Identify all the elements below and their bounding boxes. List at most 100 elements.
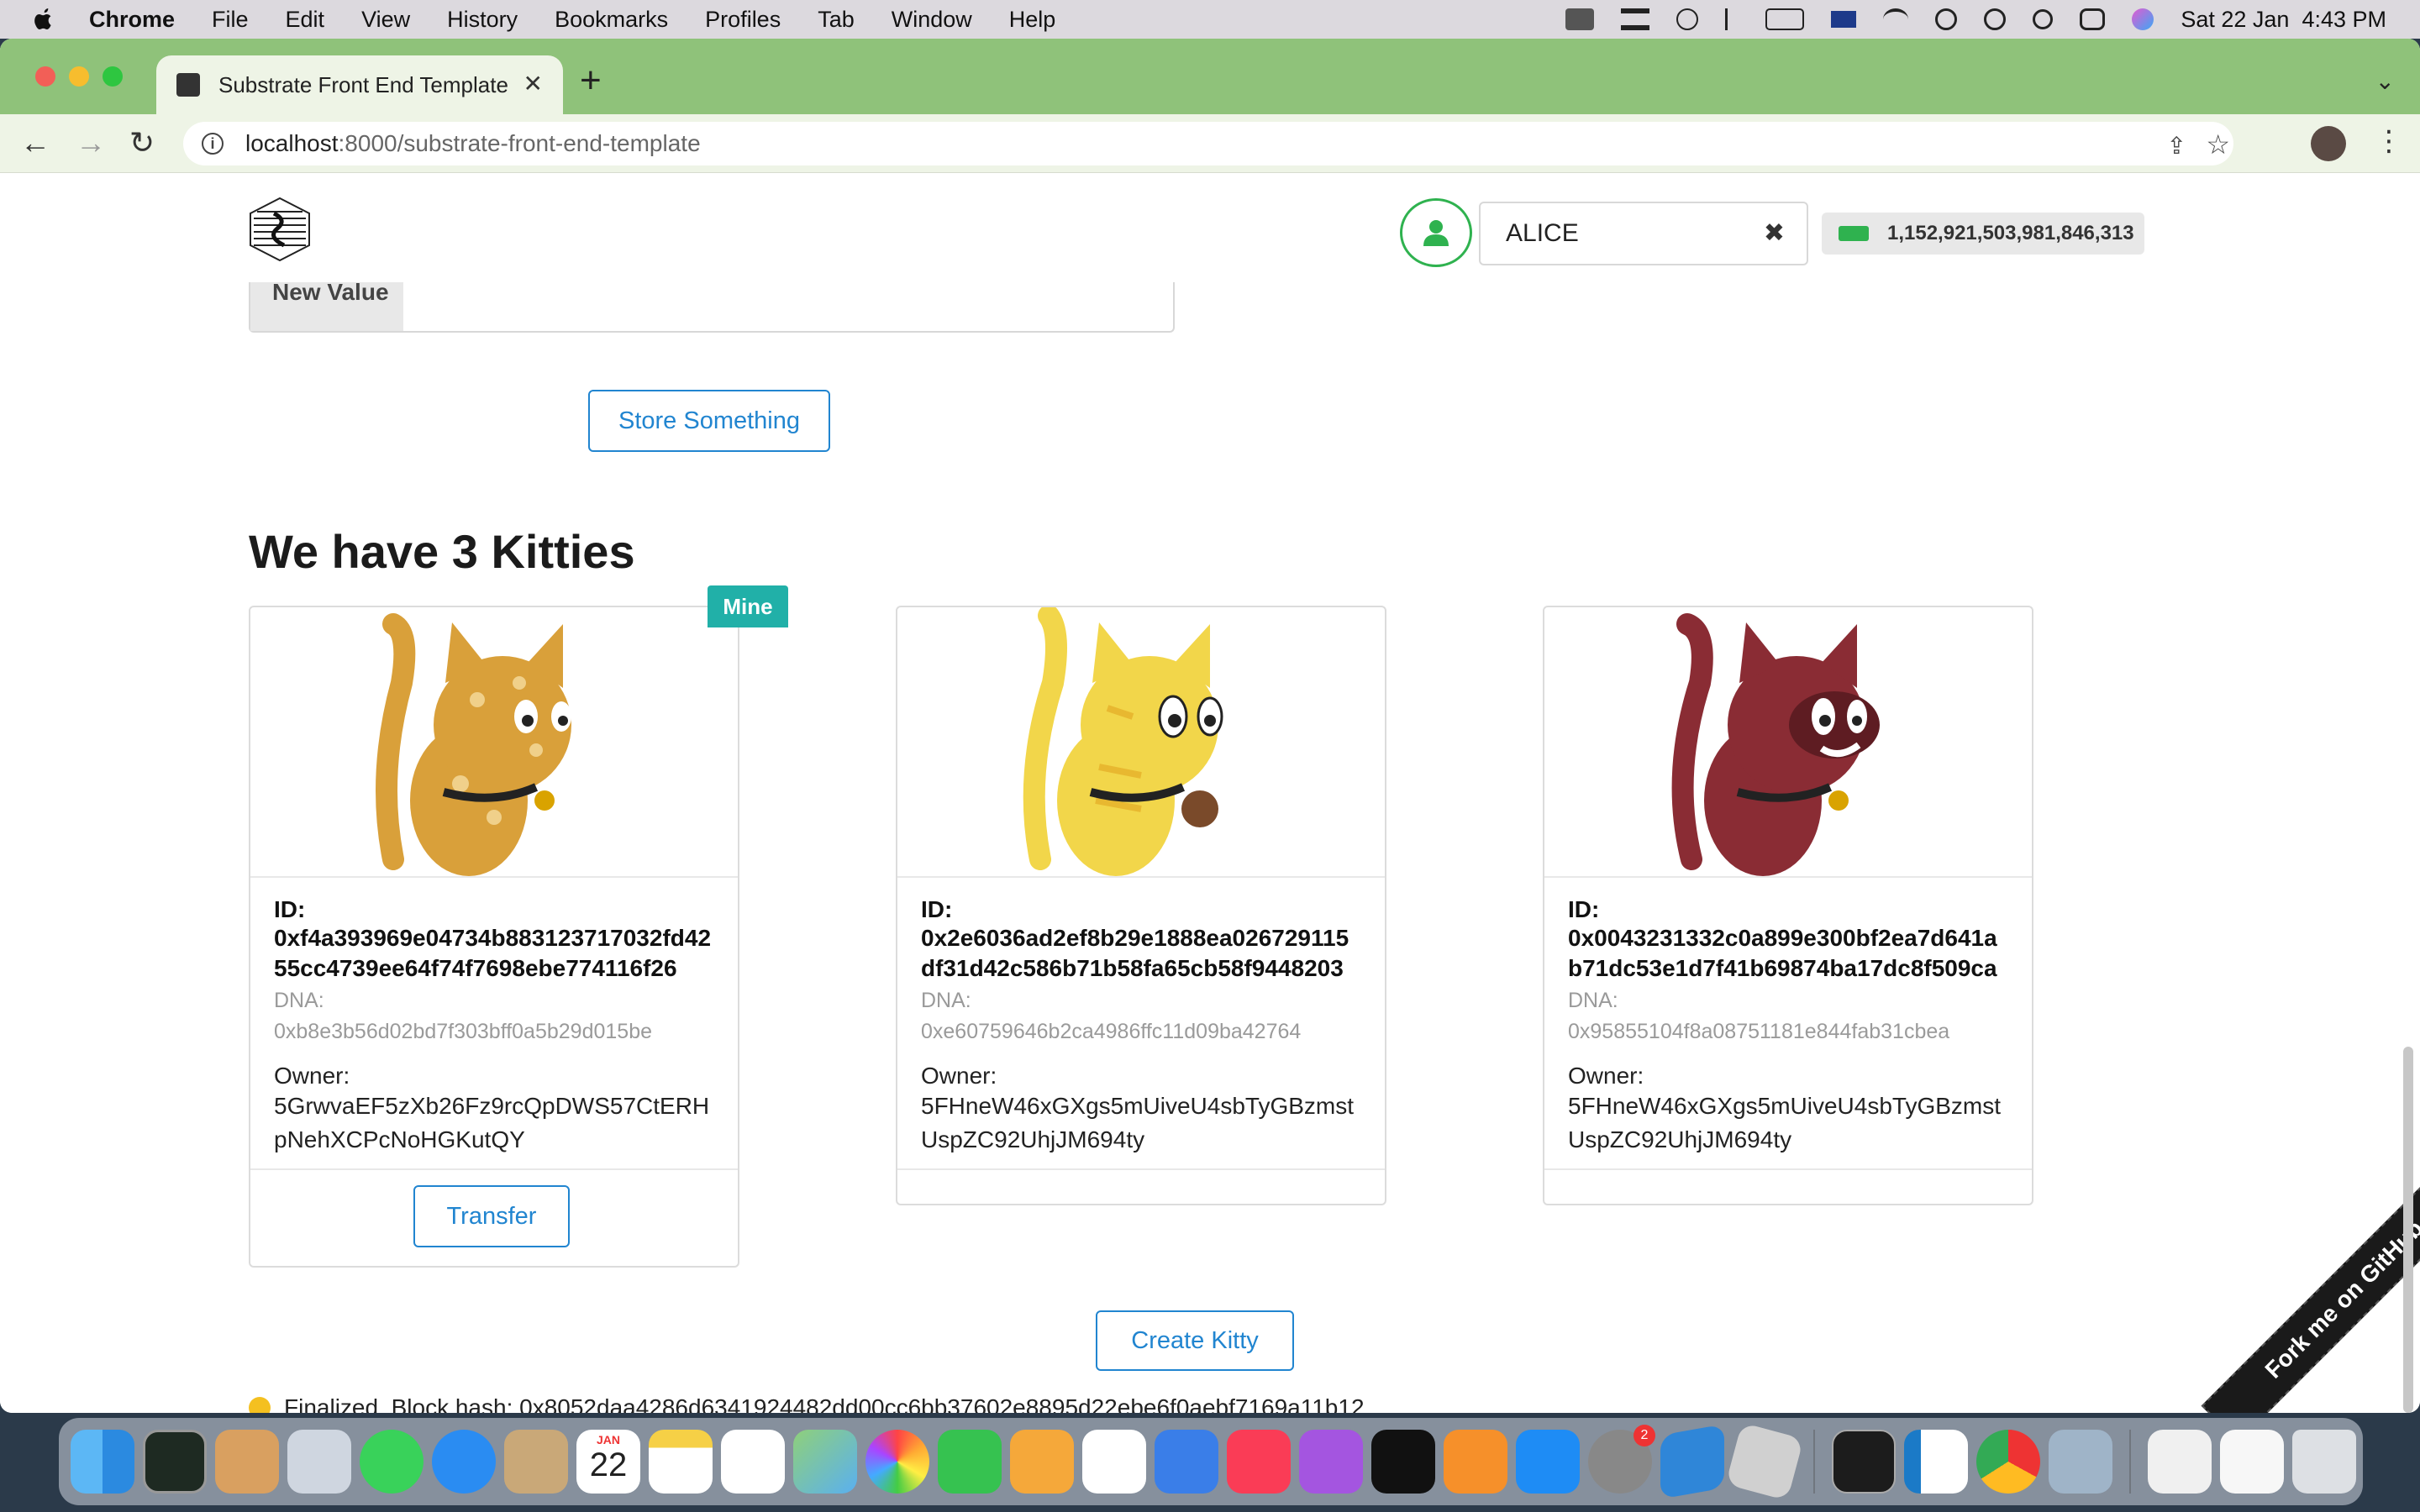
kitty-dna-label: DNA: (921, 989, 971, 1012)
site-info-icon[interactable]: i (202, 133, 224, 155)
menu-tab[interactable]: Tab (818, 7, 855, 33)
chrome-menu-icon[interactable]: ⋮ (2375, 124, 2403, 158)
tab-search-chevron-icon[interactable]: ⌄ (2375, 67, 2395, 95)
notes-icon[interactable] (649, 1430, 713, 1494)
menu-bookmarks[interactable]: Bookmarks (555, 7, 668, 33)
activity-monitor-icon[interactable] (143, 1430, 207, 1494)
preview-icon[interactable] (2049, 1430, 2112, 1494)
account-selector[interactable]: ALICE ✖ (1479, 202, 1808, 265)
new-tab-button[interactable]: + (580, 62, 602, 99)
menubar-datetime[interactable]: Sat 22 Jan 4:43 PM (2181, 7, 2386, 33)
documents-stack-icon[interactable] (2220, 1430, 2284, 1494)
kitty-owner-label: Owner: (274, 1063, 350, 1089)
time-machine-icon[interactable] (1984, 8, 2007, 30)
account-avatar-icon (1400, 198, 1472, 267)
address-bar[interactable]: i localhost:8000/substrate-front-end-tem… (183, 122, 2233, 165)
menu-edit[interactable]: Edit (286, 7, 325, 33)
macos-dock: JAN 22 2 (59, 1418, 2363, 1505)
podcasts-icon[interactable] (1299, 1430, 1363, 1494)
facetime-icon[interactable] (938, 1430, 1002, 1494)
menu-window[interactable]: Window (892, 7, 972, 33)
tab-favicon (176, 73, 200, 97)
menu-app-name[interactable]: Chrome (89, 7, 175, 33)
status-text: Finalized. Block hash: 0x8052daa4286d634… (284, 1394, 1365, 1413)
search-icon[interactable] (2033, 9, 2054, 29)
numbers-icon[interactable] (1082, 1430, 1146, 1494)
clear-account-icon[interactable]: ✖ (1764, 218, 1785, 248)
messages-icon[interactable] (360, 1430, 424, 1494)
kitty-card: ID: 0x0043231332c0a899e300bf2ea7d641ab71… (1543, 606, 2033, 1205)
books-icon[interactable] (1444, 1430, 1507, 1494)
kitty-card-body: ID: 0x0043231332c0a899e300bf2ea7d641ab71… (1544, 878, 2032, 1168)
kitty-id-label: ID: (921, 896, 953, 922)
close-window-button[interactable] (35, 66, 55, 87)
tab-close-icon[interactable]: ✕ (523, 72, 543, 96)
create-kitty-button[interactable]: Create Kitty (1096, 1310, 1294, 1371)
browser-toolbar: ← → ↻ i localhost:8000/substrate-front-e… (0, 114, 2420, 173)
menu-profiles[interactable]: Profiles (705, 7, 781, 33)
roblox-icon[interactable] (1725, 1422, 1804, 1501)
app-store-icon[interactable] (1516, 1430, 1580, 1494)
apple-icon[interactable] (30, 5, 55, 34)
calendar-icon[interactable]: JAN 22 (576, 1430, 640, 1494)
photos-icon[interactable] (865, 1430, 929, 1494)
kitty-owner: 5FHneW46xGXgs5mUiveU4sbTyGBzmstUspZC92Uh… (921, 1093, 1355, 1152)
settings-badge: 2 (1634, 1425, 1655, 1446)
page-scrollbar[interactable] (2403, 1047, 2413, 1413)
kitty-owner: 5FHneW46xGXgs5mUiveU4sbTyGBzmstUspZC92Uh… (1568, 1093, 2002, 1152)
flag-icon[interactable] (1831, 11, 1857, 28)
control-center-icon[interactable] (2080, 8, 2106, 30)
transfer-button[interactable]: Transfer (413, 1185, 570, 1247)
garageband-icon[interactable] (215, 1430, 279, 1494)
terminal-icon[interactable] (1832, 1430, 1896, 1494)
reload-icon[interactable]: ↻ (129, 128, 155, 158)
menu-file[interactable]: File (212, 7, 249, 33)
kitty-id: 0x2e6036ad2ef8b29e1888ea026729115df31d42… (921, 925, 1349, 981)
bookmark-star-icon[interactable]: ☆ (2206, 129, 2230, 160)
menu-help[interactable]: Help (1009, 7, 1056, 33)
keynote-icon[interactable] (1155, 1430, 1218, 1494)
pages-icon[interactable] (1010, 1430, 1074, 1494)
wd-drive-icon[interactable] (1565, 8, 1595, 30)
reminders-icon[interactable] (721, 1430, 785, 1494)
tab-substrate[interactable]: Substrate Front End Template ✕ (156, 55, 563, 114)
menu-history[interactable]: History (447, 7, 518, 33)
bluetooth-icon[interactable] (1725, 8, 1739, 30)
kitty-card: ID: 0xf4a393969e04734b883123717032fd4255… (249, 606, 739, 1268)
tab-strip: Substrate Front End Template ✕ + ⌄ (0, 39, 2420, 114)
kitty-card: ID: 0x2e6036ad2ef8b29e1888ea026729115df3… (896, 606, 1386, 1205)
launchpad-icon[interactable] (287, 1430, 351, 1494)
downloads-stack-icon[interactable] (2148, 1430, 2212, 1494)
siri-icon[interactable] (2132, 8, 2154, 30)
contacts-icon[interactable] (504, 1430, 568, 1494)
back-arrow-icon[interactable]: ← (20, 128, 50, 158)
xcode-like-icon[interactable] (1660, 1424, 1724, 1499)
wifi-icon[interactable] (1883, 8, 1909, 30)
menu-view[interactable]: View (361, 7, 410, 33)
kitty-id-label: ID: (1568, 896, 1600, 922)
battery-icon[interactable] (1765, 8, 1805, 30)
apple-tv-icon[interactable] (1371, 1430, 1435, 1494)
safari-icon[interactable] (432, 1430, 496, 1494)
music-icon[interactable] (1227, 1430, 1291, 1494)
store-something-button[interactable]: Store Something (588, 390, 830, 452)
system-preferences-icon[interactable]: 2 (1588, 1425, 1655, 1494)
forward-arrow-icon[interactable]: → (76, 128, 106, 158)
zoom-window-button[interactable] (103, 66, 123, 87)
maps-icon[interactable] (793, 1430, 857, 1494)
kitty-dna-label: DNA: (1568, 989, 1618, 1012)
new-value-field[interactable]: New Value (249, 282, 1175, 333)
minimize-window-button[interactable] (69, 66, 89, 87)
trash-icon[interactable] (2292, 1430, 2356, 1494)
fork-me-ribbon[interactable]: Fork me on GitHub (2201, 1156, 2420, 1413)
dock-stack-icon[interactable] (1621, 8, 1650, 30)
user-icon[interactable] (1935, 8, 1958, 30)
play-icon[interactable] (1676, 8, 1699, 30)
money-icon (1839, 226, 1869, 241)
chrome-icon[interactable] (1976, 1430, 2040, 1494)
finder-icon[interactable] (71, 1430, 134, 1494)
profile-avatar[interactable] (2311, 126, 2346, 161)
vscode-icon[interactable] (1904, 1430, 1968, 1494)
share-icon[interactable]: ⇪ (2167, 132, 2186, 160)
page-content: ALICE ✖ 1,152,921,503,981,846,313 New Va… (0, 173, 2420, 1413)
